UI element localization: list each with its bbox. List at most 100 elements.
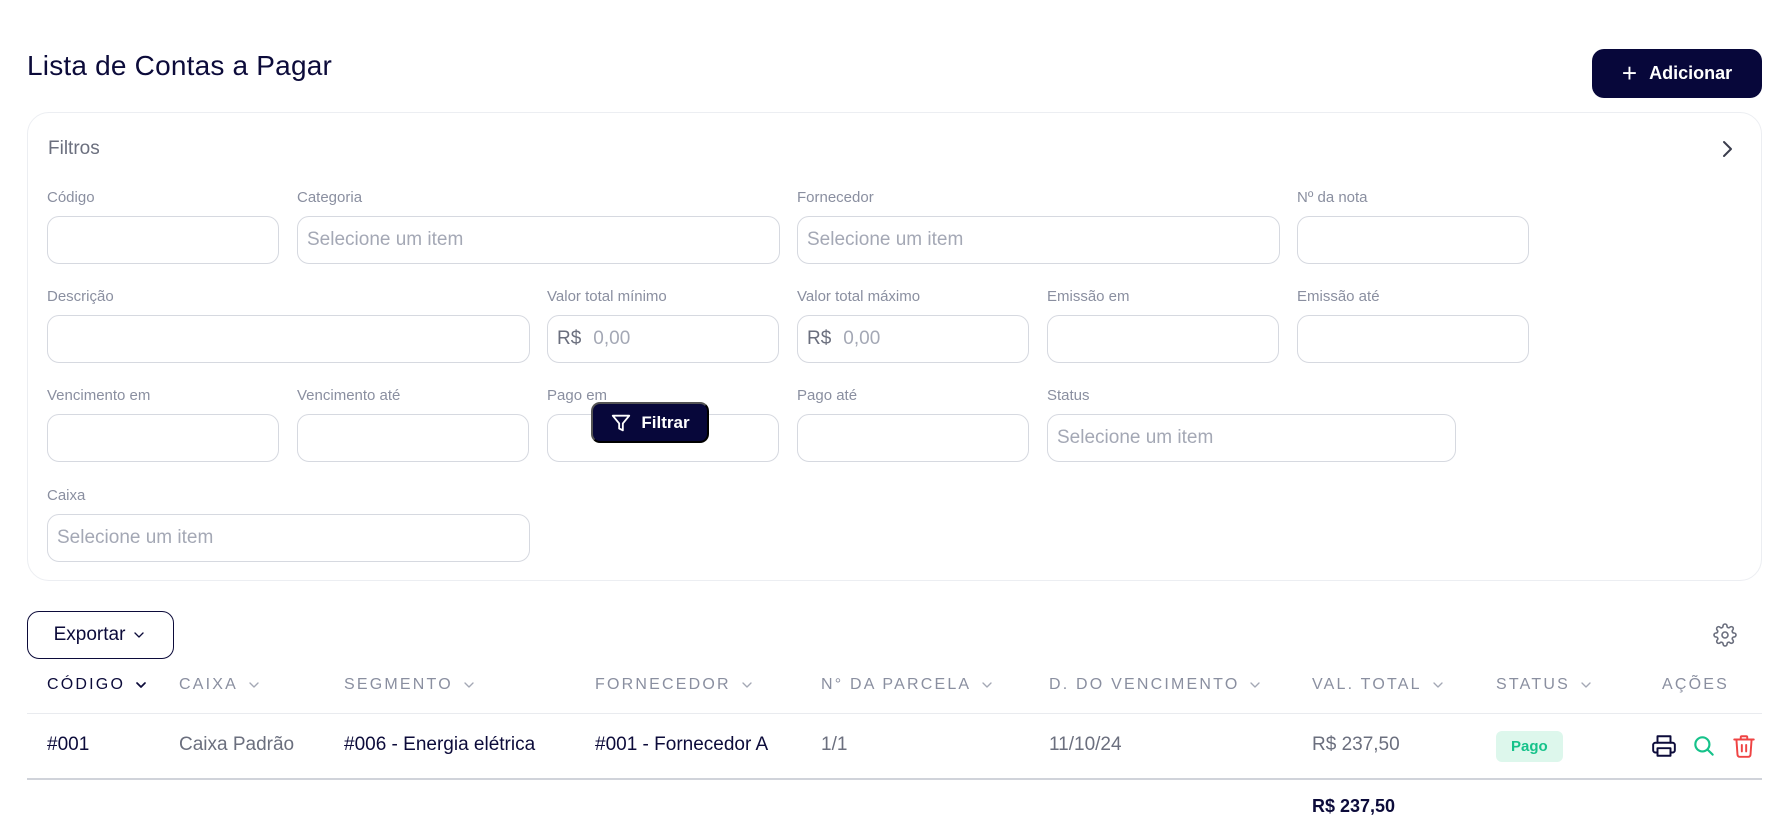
vencimento-ate-input[interactable] [297, 414, 529, 462]
codigo-filter: Código [47, 189, 279, 264]
filters-title: Filtros [48, 138, 100, 159]
valor-max-filter: Valor total máximo R$ 0,00 [797, 288, 1029, 363]
emissao-em-filter: Emissão em [1047, 288, 1279, 363]
categoria-select[interactable]: Selecione um item [297, 216, 780, 264]
chevron-down-icon [249, 682, 259, 688]
column-header-caixa[interactable]: CAIXA [179, 676, 262, 694]
column-header-label: CAIXA [179, 676, 239, 693]
cell-fornecedor: #001 - Fornecedor A [595, 734, 769, 755]
column-header-label: CÓDIGO [47, 676, 126, 693]
valor-min-input[interactable]: R$ 0,00 [547, 315, 779, 363]
fornecedor-select[interactable]: Selecione um item [797, 216, 1280, 264]
column-header-acoes: AÇÕES [1662, 676, 1729, 694]
add-button[interactable]: + Adicionar [1592, 49, 1762, 98]
export-button[interactable]: Exportar [27, 611, 174, 659]
column-header-label: SEGMENTO [344, 676, 453, 693]
filter-button-label: Filtrar [641, 412, 690, 432]
currency-prefix: R$ [557, 328, 582, 349]
pago-ate-label: Pago até [797, 387, 858, 404]
printer-icon[interactable] [1651, 733, 1677, 759]
search-icon[interactable] [1691, 733, 1717, 759]
column-header-label: STATUS [1496, 676, 1570, 693]
add-button-label: Adicionar [1649, 63, 1733, 83]
nota-label: Nº da nota [1297, 189, 1368, 206]
pago-ate-input[interactable] [797, 414, 1029, 462]
column-header-fornecedor[interactable]: FORNECEDOR [595, 676, 755, 694]
status-badge: Pago [1496, 731, 1563, 762]
chevron-down-icon [134, 632, 145, 638]
nota-filter: Nº da nota [1297, 189, 1529, 264]
trash-icon[interactable] [1731, 733, 1757, 759]
gear-icon[interactable] [1713, 623, 1737, 647]
chevron-down-icon [464, 682, 474, 688]
table-header: CÓDIGO CAIXA SEGMENTO FORNECEDOR N° DA P… [27, 668, 1762, 714]
chevron-down-icon [1581, 682, 1591, 688]
column-header-label: N° DA PARCELA [821, 676, 972, 693]
page-title: Lista de Contas a Pagar [27, 50, 333, 81]
table-total: R$ 237,50 [1312, 796, 1396, 816]
descricao-filter: Descrição [47, 288, 530, 363]
cell-vencimento: 11/10/24 [1049, 734, 1122, 755]
chevron-down-icon [742, 682, 752, 688]
emissao-em-label: Emissão em [1047, 288, 1130, 305]
categoria-label: Categoria [297, 189, 363, 206]
chevron-down-icon [136, 682, 146, 688]
status-select[interactable]: Selecione um item [1047, 414, 1456, 462]
cell-parcela: 1/1 [821, 734, 848, 755]
column-header-label: FORNECEDOR [595, 676, 731, 693]
vencimento-em-input[interactable] [47, 414, 279, 462]
categoria-filter: Categoria Selecione um item [297, 189, 780, 264]
column-header-label: VAL. TOTAL [1312, 676, 1422, 693]
emissao-em-input[interactable] [1047, 315, 1279, 363]
descricao-input[interactable] [47, 315, 530, 363]
column-header-label: AÇÕES [1662, 676, 1730, 693]
cell-segmento: #006 - Energia elétrica [344, 734, 536, 755]
chevron-right-icon[interactable] [1715, 137, 1739, 161]
caixa-label: Caixa [47, 487, 86, 504]
cell-valor: R$ 237,50 [1312, 734, 1400, 755]
chevron-down-icon [1433, 682, 1443, 688]
valor-min-placeholder: 0,00 [593, 328, 631, 349]
currency-prefix: R$ [807, 328, 832, 349]
fornecedor-label: Fornecedor [797, 189, 874, 206]
filters-panel: Filtros Código Categoria Selecione um it… [27, 112, 1762, 581]
export-button-label: Exportar [53, 624, 126, 645]
fornecedor-filter: Fornecedor Selecione um item [797, 189, 1280, 264]
vencimento-em-filter: Vencimento em [47, 387, 279, 462]
valor-min-filter: Valor total mínimo R$ 0,00 [547, 288, 779, 363]
codigo-label: Código [47, 189, 95, 206]
column-header-parcela[interactable]: N° DA PARCELA [821, 676, 995, 694]
cell-codigo: #001 [47, 734, 90, 755]
column-header-valor[interactable]: VAL. TOTAL [1312, 676, 1446, 694]
emissao-ate-input[interactable] [1297, 315, 1529, 363]
nota-input[interactable] [1297, 216, 1529, 264]
descricao-label: Descrição [47, 288, 114, 305]
valor-max-input[interactable]: R$ 0,00 [797, 315, 1029, 363]
filter-icon [612, 414, 631, 431]
chevron-down-icon [1250, 682, 1261, 688]
status-filter: Status Selecione um item [1047, 387, 1456, 462]
column-header-status[interactable]: STATUS [1496, 676, 1594, 694]
table-row[interactable]: #001 Caixa Padrão #006 - Energia elétric… [27, 714, 1762, 780]
emissao-ate-filter: Emissão até [1297, 288, 1529, 363]
column-header-segmento[interactable]: SEGMENTO [344, 676, 477, 694]
vencimento-em-label: Vencimento em [47, 387, 151, 404]
valor-min-label: Valor total mínimo [547, 288, 667, 305]
valor-max-label: Valor total máximo [797, 288, 921, 305]
vencimento-ate-label: Vencimento até [297, 387, 401, 404]
vencimento-ate-filter: Vencimento até [297, 387, 529, 462]
pago-ate-filter: Pago até [797, 387, 1029, 462]
codigo-input[interactable] [47, 216, 279, 264]
column-header-codigo[interactable]: CÓDIGO [47, 676, 149, 694]
column-header-vencimento[interactable]: D. DO VENCIMENTO [1049, 676, 1263, 694]
plus-icon: + [1621, 57, 1638, 88]
filter-button[interactable]: Filtrar [591, 402, 709, 443]
status-label: Status [1047, 387, 1090, 404]
emissao-ate-label: Emissão até [1297, 288, 1380, 305]
caixa-select[interactable]: Selecione um item [47, 514, 530, 562]
chevron-down-icon [982, 682, 992, 688]
cell-caixa: Caixa Padrão [179, 734, 295, 755]
valor-max-placeholder: 0,00 [843, 328, 881, 349]
column-header-label: D. DO VENCIMENTO [1049, 676, 1240, 693]
caixa-filter: Caixa Selecione um item [47, 487, 530, 562]
